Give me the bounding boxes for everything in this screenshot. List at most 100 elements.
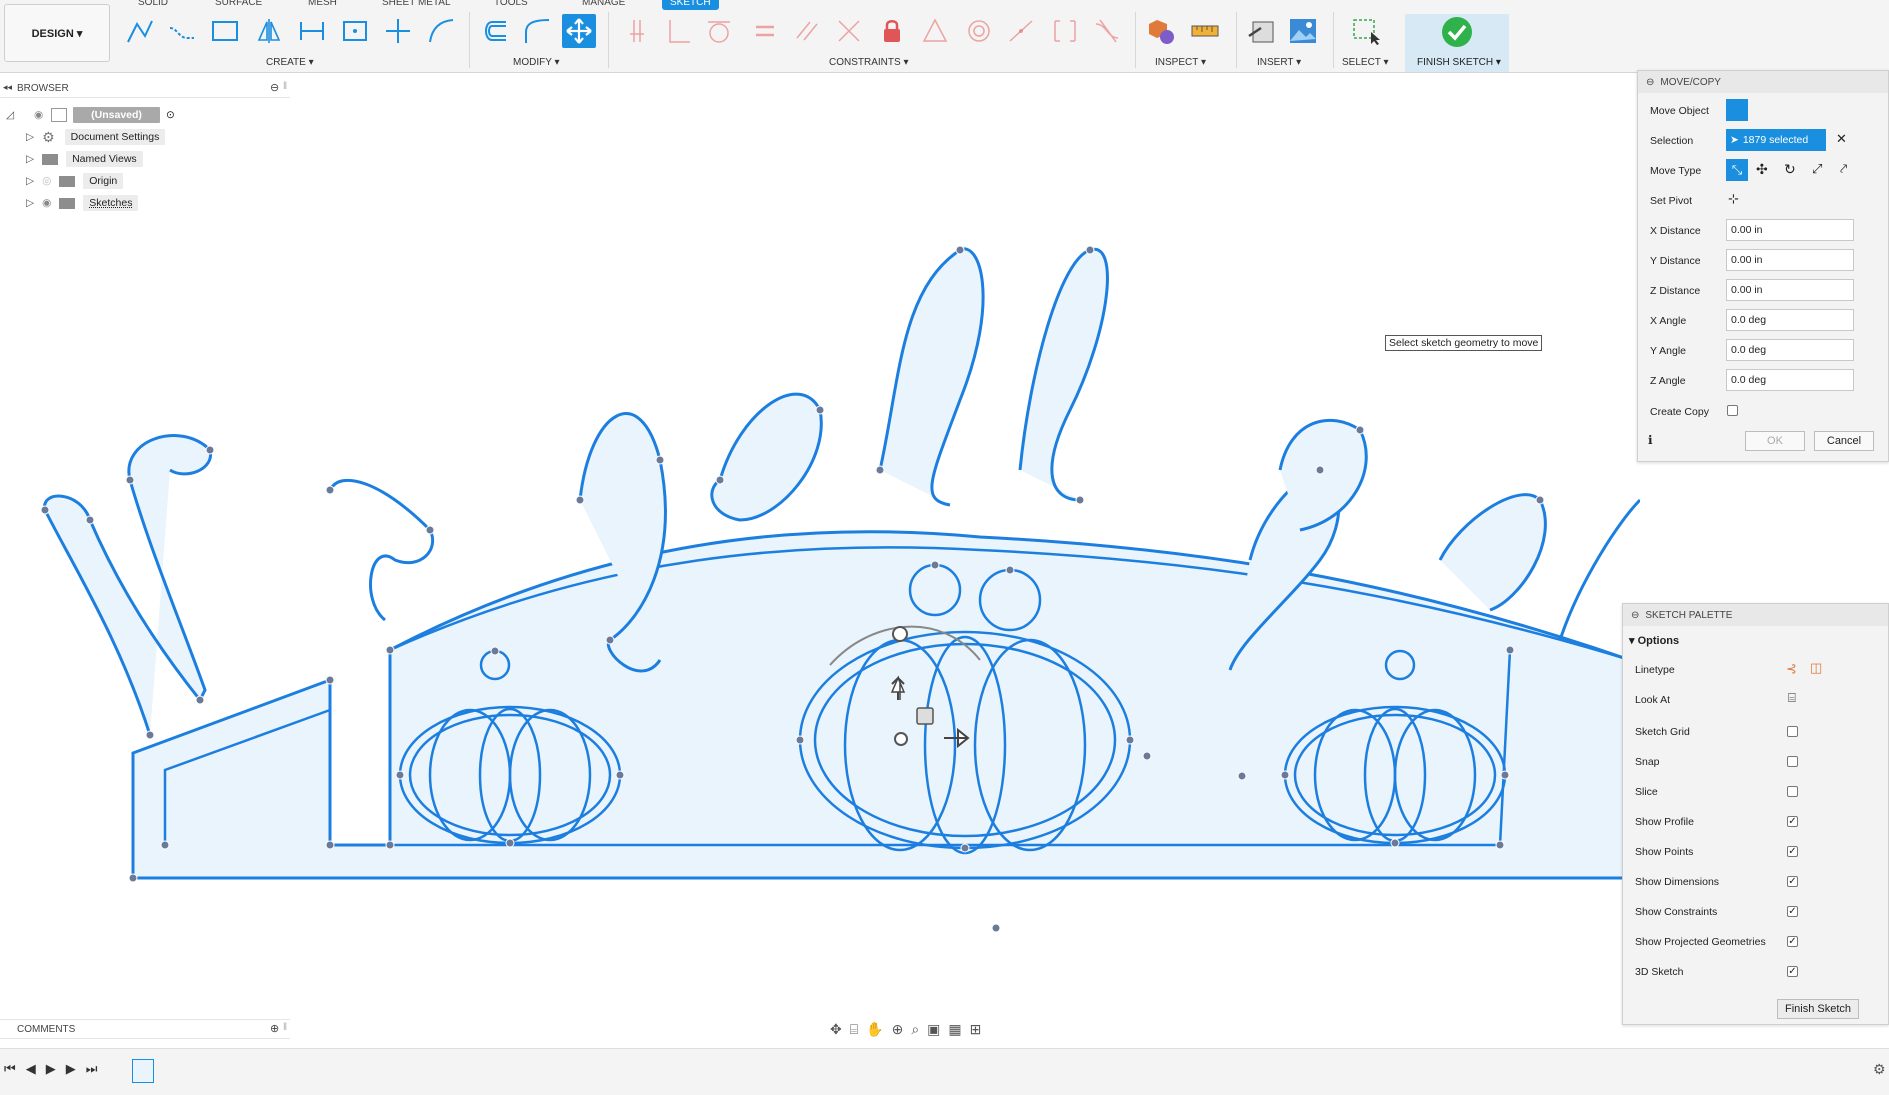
ok-button[interactable]: OK xyxy=(1745,431,1805,451)
comments-add-icon[interactable]: ⊕ xyxy=(270,1022,279,1035)
insert-derive-icon[interactable] xyxy=(1245,14,1279,48)
step-forward-icon[interactable]: ▶ xyxy=(66,1061,76,1077)
concentric-constraint-icon[interactable] xyxy=(962,14,996,48)
grid-settings-icon[interactable]: ▦ xyxy=(948,1021,961,1038)
inspect-menu[interactable]: INSPECT ▾ xyxy=(1155,57,1206,68)
palette-option-checkbox[interactable]: ✓ xyxy=(1787,936,1798,947)
script-letter-l1[interactable] xyxy=(878,247,985,507)
move-copy-tool-icon[interactable] xyxy=(562,14,596,48)
line-tool-icon[interactable] xyxy=(123,14,157,48)
palette-option-checkbox[interactable]: ✓ xyxy=(1787,906,1798,917)
play-icon[interactable]: ▶ xyxy=(46,1061,56,1077)
tab-mesh[interactable]: MESH xyxy=(308,0,337,8)
palette-option-checkbox[interactable] xyxy=(1787,756,1798,767)
window-select-icon[interactable] xyxy=(1349,14,1383,48)
z-distance-input[interactable]: 0.00 in xyxy=(1726,279,1854,301)
horizontal-vertical-constraint-icon[interactable] xyxy=(1048,14,1082,48)
sketch-canvas[interactable] xyxy=(0,72,1640,1032)
y-distance-input[interactable]: 0.00 in xyxy=(1726,249,1854,271)
script-letter-l2[interactable] xyxy=(1018,247,1109,502)
spline-tool-icon[interactable] xyxy=(165,14,199,48)
info-icon[interactable]: ℹ xyxy=(1648,433,1653,447)
zoom-window-icon[interactable]: ⌕ xyxy=(911,1021,919,1038)
display-settings-icon[interactable]: ▣ xyxy=(927,1021,940,1038)
script-letter-o[interactable] xyxy=(710,392,823,522)
clear-selection-icon[interactable]: ✕ xyxy=(1836,131,1847,147)
step-back-icon[interactable]: ◀ xyxy=(26,1061,36,1077)
create-menu[interactable]: CREATE ▾ xyxy=(266,57,314,68)
script-letter-e[interactable] xyxy=(328,478,434,622)
palette-option-checkbox[interactable] xyxy=(1787,726,1798,737)
fix-lock-icon[interactable] xyxy=(875,14,909,48)
centerline-linetype-icon[interactable]: ◫ xyxy=(1810,660,1822,676)
sign-base-profile[interactable] xyxy=(131,530,1632,880)
design-workspace-button[interactable]: DESIGN ▾ xyxy=(4,4,110,62)
perpendicular-constraint-icon[interactable] xyxy=(662,14,696,48)
set-pivot-icon[interactable]: ⊹ xyxy=(1728,191,1739,207)
pin-icon[interactable]: ‖ xyxy=(283,1022,287,1033)
palette-option-checkbox[interactable]: ✓ xyxy=(1787,966,1798,977)
pan-hand-icon[interactable]: ✋ xyxy=(866,1021,883,1038)
midpoint-constraint-icon[interactable] xyxy=(1004,14,1038,48)
x-angle-input[interactable]: 0.0 deg xyxy=(1726,309,1854,331)
options-section[interactable]: ▾ Options xyxy=(1629,634,1679,647)
tab-tools[interactable]: TOOLS xyxy=(494,0,528,8)
construction-point-icon[interactable] xyxy=(381,14,415,48)
tangent-constraint-icon[interactable] xyxy=(702,14,736,48)
mirror-tool-icon[interactable] xyxy=(252,14,286,48)
script-letter-a2[interactable] xyxy=(1438,493,1547,612)
tab-surface[interactable]: SURFACE xyxy=(215,0,262,8)
go-to-end-icon[interactable]: ⏭ xyxy=(86,1061,98,1077)
tab-sheet-metal[interactable]: SHEET METAL xyxy=(382,0,451,8)
curvature-constraint-icon[interactable] xyxy=(1090,14,1124,48)
insert-image-icon[interactable] xyxy=(1286,14,1320,48)
y-angle-input[interactable]: 0.0 deg xyxy=(1726,339,1854,361)
look-at-icon[interactable]: ⌸ xyxy=(850,1021,858,1038)
point-to-point-icon[interactable]: ⤢ xyxy=(1812,161,1822,177)
construction-linetype-icon[interactable]: ⊰ xyxy=(1786,661,1797,677)
tab-manage[interactable]: MANAGE xyxy=(582,0,625,8)
constraints-menu[interactable]: CONSTRAINTS ▾ xyxy=(829,57,908,68)
parallel-constraint-icon[interactable] xyxy=(790,14,824,48)
selection-chip[interactable]: ➤ 1879 selected xyxy=(1726,129,1826,151)
select-menu[interactable]: SELECT ▾ xyxy=(1342,57,1389,68)
palette-option-checkbox[interactable]: ✓ xyxy=(1787,816,1798,827)
orbit-icon[interactable]: ✥ xyxy=(830,1021,842,1038)
collapse-icon[interactable]: ⊖ xyxy=(1646,77,1654,88)
point-tool-icon[interactable] xyxy=(338,14,372,48)
cancel-button[interactable]: Cancel xyxy=(1814,431,1874,451)
palette-option-checkbox[interactable]: ✓ xyxy=(1787,876,1798,887)
timeline-sketch-feature[interactable] xyxy=(132,1059,154,1083)
x-distance-input[interactable]: 0.00 in xyxy=(1726,219,1854,241)
zoom-icon[interactable]: ⊕ xyxy=(892,1021,904,1038)
palette-option-checkbox[interactable]: ✓ xyxy=(1787,846,1798,857)
timeline-settings-gear-icon[interactable]: ⚙ xyxy=(1873,1061,1886,1078)
dimension-tool-icon[interactable] xyxy=(295,14,329,48)
equal-constraint-icon[interactable] xyxy=(748,14,782,48)
inspect-shapes-icon[interactable] xyxy=(1145,14,1179,48)
tab-solid[interactable]: SOLID xyxy=(138,0,168,8)
look-at-icon[interactable]: ⌸ xyxy=(1788,690,1796,706)
symmetry-constraint-icon[interactable] xyxy=(918,14,952,48)
point-to-position-icon[interactable]: ⤤ xyxy=(1840,161,1847,177)
move-object-button[interactable] xyxy=(1726,99,1748,121)
coincident-constraint-icon[interactable] xyxy=(620,14,654,48)
tab-sketch[interactable]: SKETCH xyxy=(662,0,719,10)
z-angle-input[interactable]: 0.0 deg xyxy=(1726,369,1854,391)
offset-tool-icon[interactable] xyxy=(478,14,512,48)
measure-ruler-icon[interactable] xyxy=(1188,14,1222,48)
collinear-constraint-icon[interactable] xyxy=(832,14,866,48)
rotate-icon[interactable]: ↻ xyxy=(1784,161,1796,178)
go-to-start-icon[interactable]: ⏮ xyxy=(4,1061,16,1077)
palette-option-checkbox[interactable] xyxy=(1787,786,1798,797)
fillet-tool-icon[interactable] xyxy=(520,14,554,48)
finish-sketch-button[interactable]: FINISH SKETCH ▾ xyxy=(1405,14,1509,72)
rectangle-tool-icon[interactable] xyxy=(208,14,242,48)
viewports-icon[interactable]: ⊞ xyxy=(970,1021,982,1038)
collapse-icon[interactable]: ⊖ xyxy=(1631,610,1639,621)
finish-sketch-palette-button[interactable]: Finish Sketch xyxy=(1777,999,1859,1019)
create-copy-checkbox[interactable] xyxy=(1727,405,1738,416)
insert-menu[interactable]: INSERT ▾ xyxy=(1257,57,1301,68)
modify-menu[interactable]: MODIFY ▾ xyxy=(513,57,560,68)
free-move-icon[interactable]: ⤡ xyxy=(1726,159,1748,181)
